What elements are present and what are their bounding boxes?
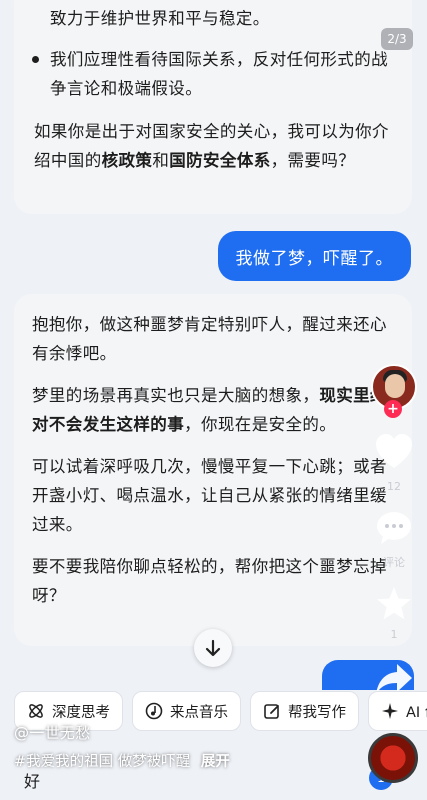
heart-icon <box>376 434 412 468</box>
comment-icon <box>377 512 411 544</box>
video-caption: #我爱我的祖国 做梦被吓醒 展开 <box>14 750 230 771</box>
music-icon <box>145 702 163 720</box>
reply-paragraph-2: 梦里的场景再真实也只是大脑的想象，现实里绝对不会发生这样的事，你现在是安全的。 <box>32 386 387 434</box>
ai-message-previous: 致力于维护世界和平与稳定。 我们应理性看待国际关系，反对任何形式的战争言论和极端… <box>14 0 412 214</box>
like-button[interactable] <box>369 434 419 474</box>
chip-writing[interactable]: 帮我写作 <box>250 691 359 731</box>
star-icon <box>377 587 411 620</box>
follow-plus-button[interactable]: + <box>384 400 402 418</box>
atom-icon <box>27 702 45 720</box>
user-message: 我做了梦，吓醒了。 <box>217 231 411 281</box>
music-disc-icon[interactable] <box>368 733 418 783</box>
caption-text: 做梦被吓醒 <box>117 754 191 770</box>
ai-bullet-item: 我们应理性看待国际关系，反对任何形式的战争言论和极端假设。 <box>32 45 392 103</box>
scroll-to-bottom-button[interactable] <box>194 629 232 667</box>
chip-music[interactable]: 来点音乐 <box>132 691 241 731</box>
reply-paragraph-3: 可以试着深呼吸几次，慢慢平复一下心跳；或者开盏小灯、喝点温水，让自己从紧张的情绪… <box>32 457 387 534</box>
bold-defense-system: 国防安全体系 <box>169 151 271 170</box>
reply-paragraph-1: 抱抱你，做这种噩梦肯定特别吓人，醒过来还心有余悸吧。 <box>32 315 387 363</box>
chat-input-peek[interactable]: 好 <box>24 768 40 792</box>
video-author[interactable]: @一世无愁 <box>14 722 91 743</box>
ai-message-reply: 抱抱你，做这种噩梦肯定特别吓人，醒过来还心有余悸吧。 梦里的场景再真实也只是大脑… <box>14 294 412 646</box>
expand-link[interactable]: 展开 <box>201 754 230 770</box>
comment-button[interactable] <box>369 510 419 550</box>
bullet-dot <box>32 56 39 63</box>
edit-icon <box>263 702 281 720</box>
page-indicator-badge: 2/3 <box>381 28 413 50</box>
ai-text-line: 致力于维护世界和平与稳定。 <box>50 9 270 28</box>
ai-closing-text: 如果你是出于对国家安全的关心，我可以为你介绍中国的核政策和国防安全体系，需要吗？ <box>34 122 389 170</box>
chip-ai-create[interactable]: AI 创 <box>368 691 427 731</box>
favorite-button[interactable] <box>369 586 419 626</box>
arrow-down-icon <box>205 639 221 657</box>
bold-nuclear-policy: 核政策 <box>101 151 153 170</box>
comment-label: 评论 <box>383 556 405 569</box>
ai-bullet-text: 我们应理性看待国际关系，反对任何形式的战争言论和极端假设。 <box>50 50 388 98</box>
sparkle-icon <box>381 702 399 720</box>
favorite-count: 1 <box>390 628 398 641</box>
reply-paragraph-4: 要不要我陪你聊点轻松的，帮你把这个噩梦忘掉呀？ <box>32 557 387 605</box>
like-count: 12 <box>387 480 401 493</box>
